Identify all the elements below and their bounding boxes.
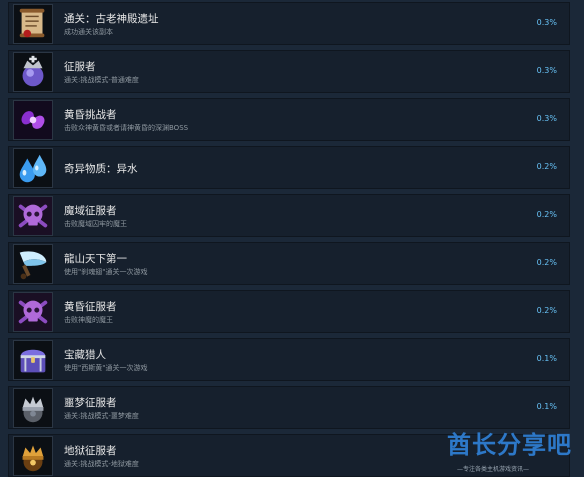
achievement-percent: 0.3% — [536, 66, 557, 75]
achievement-percent: 0.3% — [536, 18, 557, 27]
water-drops-icon — [13, 148, 53, 188]
achievement-title: 地狱征服者 — [64, 445, 117, 457]
achievement-desc: 击败魔域囚牢的魔王 — [64, 220, 127, 228]
achievement-desc: 击败众神黄昏或者请神黄昏的深渊BOSS — [64, 124, 189, 132]
achievement-row[interactable]: 魔域征服者 击败魔域囚牢的魔王 0.2% — [8, 194, 570, 237]
achievement-title: 宝藏猎人 — [64, 349, 106, 361]
achievement-title: 噩梦征服者 — [64, 397, 117, 409]
achievement-row[interactable]: 宝藏猎人 使用"西斯黄"通关一次游戏 0.1% — [8, 338, 570, 381]
purple-skull-icon — [13, 292, 53, 332]
achievement-desc: 通关:挑战模式-普通难度 — [64, 76, 139, 84]
achievement-row[interactable]: 黄昏征服者 击败神魔的魔王 0.2% — [8, 290, 570, 333]
achievement-row[interactable]: 通关：古老神殿遗址 成功通关该副本 0.3% — [8, 2, 570, 45]
achievement-percent: 0.1% — [536, 354, 557, 363]
achievement-row[interactable]: 征服者 通关:挑战模式-普通难度 0.3% — [8, 50, 570, 93]
achievement-percent: 0.3% — [536, 114, 557, 123]
achievement-percent: 0.1% — [536, 402, 557, 411]
achievement-desc: 使用"刹魂翅"通关一次游戏 — [64, 268, 148, 276]
achievement-desc: 通关:挑战模式-地狱难度 — [64, 460, 139, 468]
achievement-desc: 通关:挑战模式-噩梦难度 — [64, 412, 139, 420]
blade-wing-icon — [13, 244, 53, 284]
purple-skull-icon — [13, 196, 53, 236]
achievement-title: 龍山天下第一 — [64, 253, 127, 265]
achievement-desc: 成功通关该副本 — [64, 28, 113, 36]
crown-orb-icon — [13, 52, 53, 92]
purple-vortex-icon — [13, 100, 53, 140]
treasure-chest-icon — [13, 340, 53, 380]
achievement-row[interactable]: 龍山天下第一 使用"刹魂翅"通关一次游戏 0.2% — [8, 242, 570, 285]
achievement-title: 黄昏征服者 — [64, 301, 117, 313]
gold-crown-icon — [13, 436, 53, 476]
achievement-percent: 0.2% — [536, 210, 557, 219]
achievement-row[interactable]: 黄昏挑战者 击败众神黄昏或者请神黄昏的深渊BOSS 0.3% — [8, 98, 570, 141]
achievement-title: 黄昏挑战者 — [64, 109, 117, 121]
achievement-percent: 0.2% — [536, 258, 557, 267]
achievement-desc: 使用"西斯黄"通关一次游戏 — [64, 364, 148, 372]
achievement-row[interactable]: 奇异物质：异水 0.2% — [8, 146, 570, 189]
achievement-desc: 击败神魔的魔王 — [64, 316, 113, 324]
achievement-title: 魔域征服者 — [64, 205, 117, 217]
achievement-percent: 0.2% — [536, 162, 557, 171]
achievement-row[interactable]: 噩梦征服者 通关:挑战模式-噩梦难度 0.1% — [8, 386, 570, 429]
achievement-title: 通关：古老神殿遗址 — [64, 13, 159, 25]
achievement-row[interactable]: 地狱征服者 通关:挑战模式-地狱难度 — [8, 434, 570, 477]
achievement-title: 奇异物质：异水 — [64, 163, 138, 175]
silver-crown-icon — [13, 388, 53, 428]
scroll-icon — [13, 4, 53, 44]
achievement-percent: 0.2% — [536, 306, 557, 315]
achievement-title: 征服者 — [64, 61, 96, 73]
